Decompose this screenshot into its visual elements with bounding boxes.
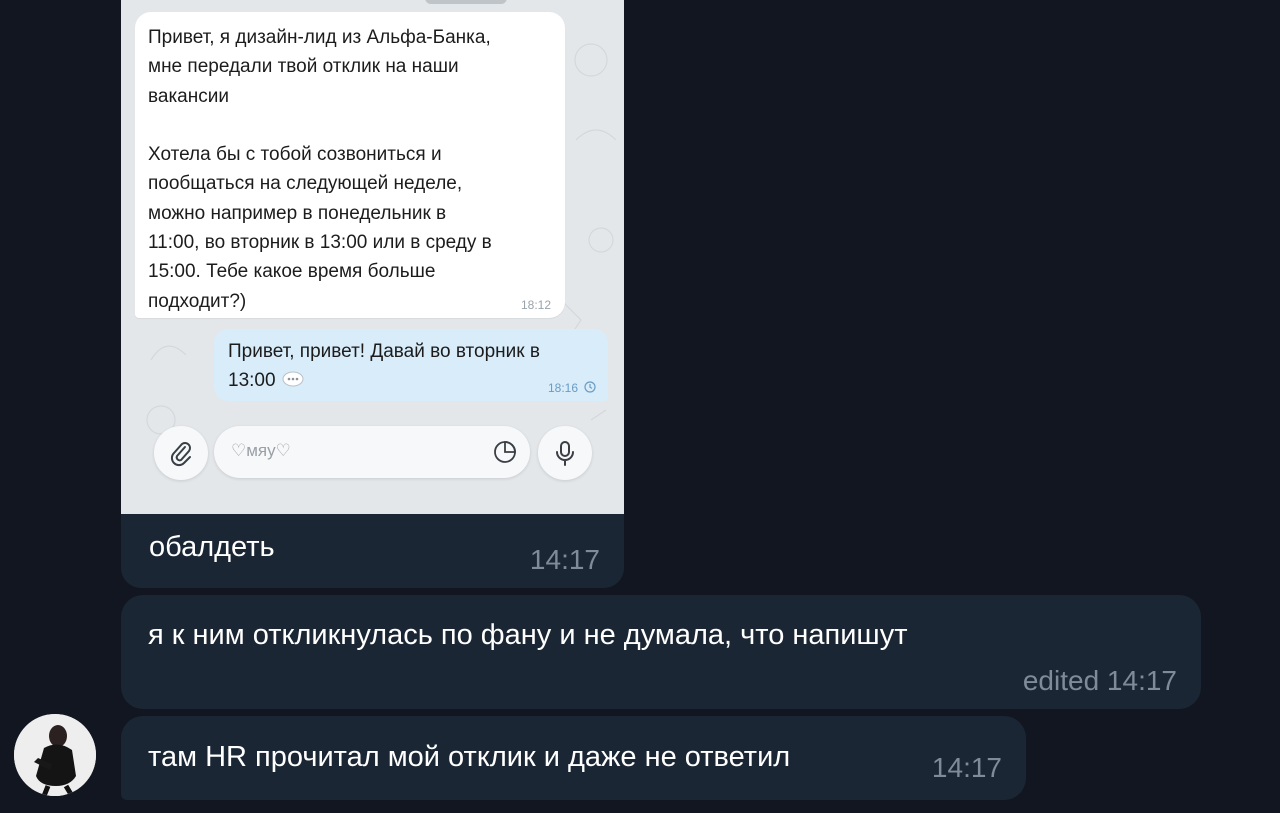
sticker-icon[interactable]	[492, 439, 518, 465]
clock-status-icon	[584, 381, 596, 393]
message-bubble[interactable]: я к ним откликнулась по фану и не думала…	[121, 595, 1201, 709]
message-text: обалдеть	[149, 531, 275, 563]
message-text: я к ним откликнулась по фану и не думала…	[148, 619, 908, 651]
incoming-message-text: Привет, я дизайн-лид из Альфа-Банка, мне…	[148, 27, 492, 312]
outgoing-line-1: Привет, привет! Давай во вторник в	[228, 341, 540, 362]
message-input-placeholder: ♡мяу♡	[231, 441, 291, 460]
voice-record-button[interactable]	[538, 426, 592, 480]
paperclip-icon	[170, 442, 191, 467]
avatar[interactable]	[14, 714, 96, 796]
outgoing-line-2: 13:00	[228, 370, 276, 391]
microphone-icon	[556, 441, 574, 466]
message-text: там HR прочитал мой отклик и даже не отв…	[148, 741, 791, 773]
message-time: 14:17	[931, 752, 1002, 783]
message-bubble[interactable]: там HR прочитал мой отклик и даже не отв…	[121, 716, 1026, 800]
message-time: 14:17	[529, 544, 600, 575]
attach-button[interactable]	[154, 426, 208, 480]
message-bubble-caption[interactable]: обалдеть 14:17	[121, 514, 624, 588]
incoming-message-time: 18:12	[520, 298, 551, 312]
message-edited-time: edited 14:17	[1022, 665, 1177, 696]
outgoing-message-time: 18:16	[547, 381, 578, 395]
typing-bubble-icon	[282, 371, 304, 387]
message-input[interactable]: ♡мяу♡	[214, 426, 530, 478]
embedded-chat-screenshot[interactable]: Привет, я дизайн-лид из Альфа-Банка, мне…	[121, 0, 624, 515]
outgoing-message-bubble[interactable]: Привет, привет! Давай во вторник в 13:00…	[214, 329, 608, 401]
scroll-indicator	[425, 0, 507, 4]
incoming-message-bubble[interactable]: Привет, я дизайн-лид из Альфа-Банка, мне…	[135, 12, 565, 318]
avatar-photo	[14, 714, 96, 796]
